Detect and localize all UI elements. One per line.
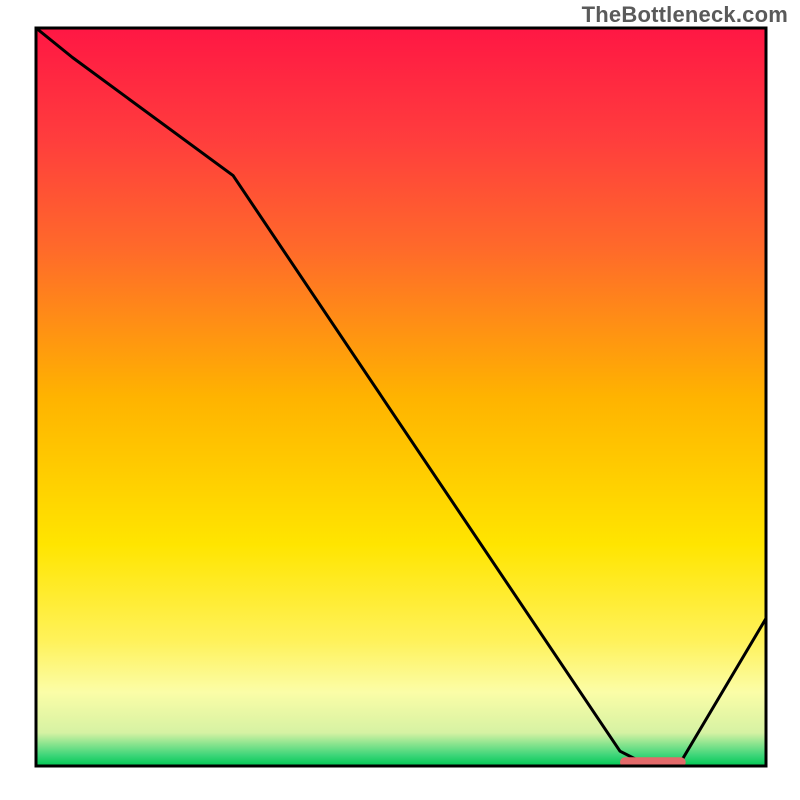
bottleneck-chart: TheBottleneck.com (0, 0, 800, 800)
chart-svg (0, 0, 800, 800)
watermark-text: TheBottleneck.com (582, 2, 788, 28)
plot-background (36, 28, 766, 766)
